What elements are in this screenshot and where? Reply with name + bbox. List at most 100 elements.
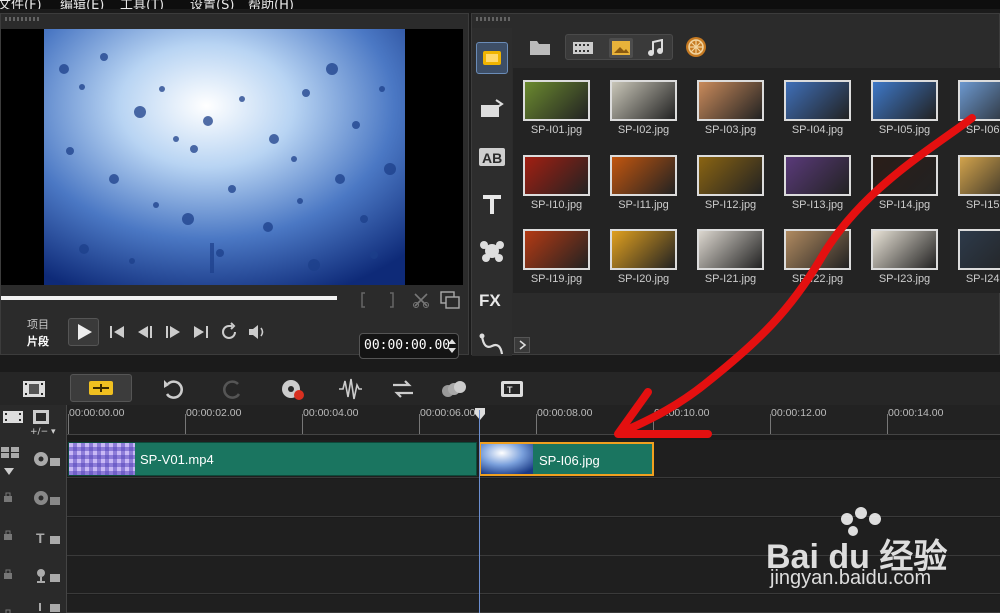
music-track-icon[interactable]: [32, 601, 62, 613]
overlay-track-icon[interactable]: [32, 488, 62, 508]
thumbnail-item[interactable]: SP-I24.jpg: [948, 217, 1000, 291]
thumbnail-item[interactable]: SP-I20.jpg: [600, 217, 687, 291]
trim-markers[interactable]: [361, 291, 403, 309]
motion-tracking-icon[interactable]: [440, 376, 468, 402]
sound-mixer-icon[interactable]: [336, 376, 364, 402]
thumbnail-item[interactable]: SP-I11.jpg: [600, 143, 687, 217]
playhead-handle[interactable]: [473, 407, 487, 421]
title-ab-icon[interactable]: AB: [476, 141, 508, 173]
thumbnail-image: [958, 155, 1000, 196]
thumbnail-item[interactable]: SP-I12.jpg: [687, 143, 774, 217]
show-all-tracks-icon[interactable]: [2, 409, 26, 425]
menu-settings[interactable]: 设置(S): [190, 0, 234, 9]
thumbnail-caption: SP-I21.jpg: [704, 273, 757, 285]
scrub-bar[interactable]: [1, 296, 337, 300]
thumbnail-caption: SP-I24.jpg: [965, 273, 1000, 285]
thumbnail-item[interactable]: SP-I21.jpg: [687, 217, 774, 291]
thumbnail-caption: SP-I04.jpg: [791, 124, 844, 136]
thumbnail-image: [697, 229, 764, 270]
enlarge-preview-icon[interactable]: [439, 290, 461, 310]
thumbnail-item[interactable]: SP-I14.jpg: [861, 143, 948, 217]
transition-icon[interactable]: [476, 94, 508, 126]
expand-library-button[interactable]: [514, 337, 530, 353]
thumbnail-caption: SP-I03.jpg: [704, 124, 757, 136]
watermark-url: jingyan.baidu.com: [770, 567, 932, 589]
panel-grip[interactable]: [476, 17, 510, 21]
timeline-clip-video[interactable]: SP-V01.mp4: [68, 442, 477, 476]
track-manager-icon[interactable]: [30, 409, 54, 425]
thumbnail-item[interactable]: SP-I04.jpg: [774, 68, 861, 142]
mode-clip[interactable]: 片段: [27, 333, 67, 350]
lock-icon[interactable]: [3, 605, 13, 613]
timeline-clip-image[interactable]: SP-I06.jpg: [479, 442, 654, 476]
title-track-icon[interactable]: T: [32, 527, 62, 547]
music-track[interactable]: [67, 595, 1000, 613]
next-frame-icon[interactable]: [161, 320, 185, 344]
timecode-field[interactable]: 00:00:00.00: [359, 333, 459, 359]
voice-track-icon[interactable]: [32, 565, 62, 585]
ripple-edit-icon[interactable]: [0, 445, 22, 459]
thumbnail-item[interactable]: SP-I06.jpg: [948, 68, 1000, 142]
previous-frame-icon[interactable]: [133, 320, 157, 344]
ruler-label: 00:00:12.00: [771, 407, 827, 419]
video-filter-icon[interactable]: [572, 39, 594, 57]
audio-filter-icon[interactable]: [646, 38, 666, 57]
library-side-bar: AB FX: [472, 28, 512, 356]
redo-icon[interactable]: [218, 376, 246, 402]
record-capture-icon[interactable]: [279, 376, 307, 402]
chevron-down-icon[interactable]: [3, 465, 15, 475]
undo-icon[interactable]: [160, 376, 188, 402]
lock-icon[interactable]: [3, 568, 13, 580]
thumbnail-item[interactable]: SP-I10.jpg: [513, 143, 600, 217]
player-panel: 项目 片段 00:00:00.00: [0, 13, 469, 359]
menu-file[interactable]: 文件(F): [0, 0, 42, 9]
motion-path-icon[interactable]: [476, 328, 508, 360]
thumbnail-item[interactable]: SP-I01.jpg: [513, 68, 600, 142]
thumbnail-item[interactable]: SP-I22.jpg: [774, 217, 861, 291]
graphics-icon[interactable]: [476, 235, 508, 267]
thumbnail-image: [784, 80, 851, 121]
thumbnail-item[interactable]: SP-I23.jpg: [861, 217, 948, 291]
media-icon[interactable]: [476, 42, 508, 74]
subtitle-editor-icon[interactable]: T: [498, 376, 526, 402]
thumbnail-item[interactable]: SP-I19.jpg: [513, 217, 600, 291]
menu-tools[interactable]: 工具(T): [120, 0, 164, 9]
thumbnail-item[interactable]: SP-I02.jpg: [600, 68, 687, 142]
storyboard-view-icon[interactable]: [20, 376, 48, 402]
mode-project[interactable]: 项目: [27, 316, 67, 333]
home-icon[interactable]: [105, 320, 129, 344]
thumbnail-image: [871, 155, 938, 196]
split-clip-icon[interactable]: [411, 290, 431, 310]
timeline-view-button[interactable]: [70, 374, 132, 402]
import-flash-icon[interactable]: [684, 35, 708, 59]
text-icon[interactable]: [476, 188, 508, 220]
lock-icon[interactable]: [3, 529, 13, 541]
volume-icon[interactable]: [245, 320, 269, 344]
ruler-label: 00:00:06.00: [420, 407, 476, 419]
lock-icon[interactable]: [3, 491, 13, 503]
video-track-icon[interactable]: [32, 449, 62, 469]
photo-filter-icon[interactable]: [609, 38, 633, 58]
thumbnail-image: [697, 80, 764, 121]
thumbnail-caption: SP-I10.jpg: [530, 199, 583, 211]
thumbnail-item[interactable]: SP-I15.jpg: [948, 143, 1000, 217]
fx-icon[interactable]: FX: [476, 282, 508, 314]
auto-music-icon[interactable]: [389, 376, 417, 402]
menu-help[interactable]: 帮助(H): [248, 0, 294, 9]
timecode-spinner[interactable]: [446, 336, 458, 356]
play-button[interactable]: [68, 318, 99, 346]
playhead-line: [479, 410, 480, 613]
menu-edit[interactable]: 编辑(E): [60, 0, 104, 9]
thumbnail-item[interactable]: SP-I13.jpg: [774, 143, 861, 217]
thumbnail-caption: SP-I14.jpg: [878, 199, 931, 211]
thumbnail-item[interactable]: SP-I03.jpg: [687, 68, 774, 142]
timeline-toolbar: T: [0, 372, 1000, 405]
video-track[interactable]: SP-V01.mp4 SP-I06.jpg: [67, 440, 1000, 478]
thumbnail-item[interactable]: SP-I05.jpg: [861, 68, 948, 142]
end-icon[interactable]: [189, 320, 213, 344]
repeat-icon[interactable]: [217, 320, 241, 344]
panel-grip[interactable]: [5, 17, 39, 21]
folder-icon[interactable]: [528, 36, 552, 58]
add-remove-chapter-icon[interactable]: +/− ▾: [30, 427, 62, 437]
timeline-ruler[interactable]: 00:00:00.00 00:00:02.00 00:00:04.00 00:0…: [67, 405, 1000, 435]
